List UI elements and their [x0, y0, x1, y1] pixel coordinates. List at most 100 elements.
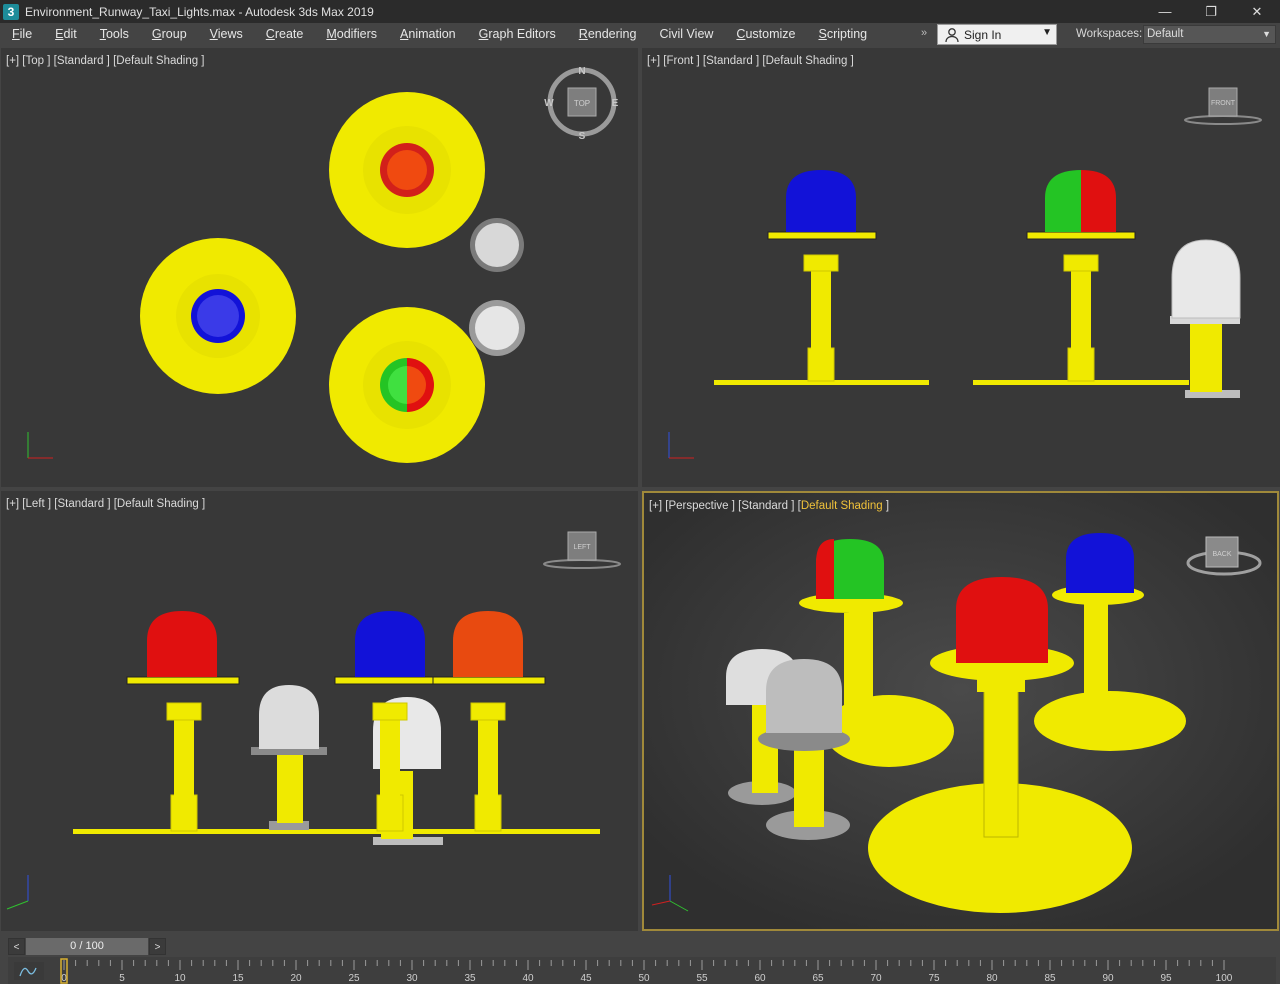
viewport-label-shading[interactable]: Default Shading: [801, 500, 883, 512]
compass-n: N: [578, 66, 585, 77]
track-tick-label: 60: [754, 973, 766, 984]
app-icon[interactable]: 3: [3, 3, 19, 20]
viewport-label-prefix: [+] [Perspective ] [Standard ] [: [649, 500, 801, 512]
viewport-top[interactable]: TOP N S E W [+] [Top ] [Standard ] [Defa…: [1, 48, 638, 487]
chevron-down-icon: ▼: [1262, 29, 1271, 39]
menu-accelerator: E: [55, 27, 64, 41]
viewcube-ring[interactable]: [543, 559, 621, 569]
track-tick-label: 85: [1044, 973, 1056, 984]
track-tick-label: 40: [522, 973, 534, 984]
menu-rendering[interactable]: Rendering: [567, 23, 648, 46]
track-tick-label: 100: [1216, 973, 1233, 984]
viewport-front-scene: FRONT: [668, 87, 1262, 459]
menu-group[interactable]: Group: [140, 23, 198, 46]
red-green-light: [973, 170, 1189, 385]
track-tick-label: 50: [638, 973, 650, 984]
menu-scripting[interactable]: Scripting: [806, 23, 878, 46]
blue-lens-center: [197, 295, 239, 337]
viewport-label[interactable]: [+] [Perspective ] [Standard ] [Default …: [649, 500, 889, 512]
title-bar: 3 Environment_Runway_Taxi_Lights.max - A…: [0, 0, 1280, 23]
axis-gizmo: [27, 432, 53, 459]
time-prev-button[interactable]: <: [8, 938, 25, 955]
menu-edit[interactable]: Edit: [43, 23, 88, 46]
viewcube-face-label: TOP: [574, 99, 590, 108]
menu-accelerator: C: [265, 27, 275, 41]
viewport-perspective-scene: BACK: [644, 493, 1277, 929]
track-tick-label: 95: [1160, 973, 1172, 984]
menu-graph-editors[interactable]: Graph Editors: [467, 23, 567, 46]
menu-accelerator: R: [578, 27, 588, 41]
menu-label-rest: Civil View: [659, 27, 714, 41]
time-slider-thumb[interactable]: 0 / 100: [26, 938, 148, 955]
red-light: [126, 611, 240, 832]
ground-plates: [73, 829, 600, 834]
white-light: [1170, 239, 1241, 398]
compass-w: W: [544, 98, 554, 109]
white-lens: [475, 223, 519, 267]
menu-label-rest: iews: [217, 27, 243, 41]
workspaces-select[interactable]: Default ▼: [1143, 25, 1276, 44]
viewport-label[interactable]: [+] [Top ] [Standard ] [Default Shading …: [6, 55, 205, 67]
white-lens: [475, 306, 519, 350]
time-next-button[interactable]: >: [149, 938, 166, 955]
track-tick-label: 65: [812, 973, 824, 984]
menu-accelerator: S: [818, 27, 827, 41]
viewcube-face-label: LEFT: [573, 544, 591, 551]
menu-label-rest: ustomize: [745, 27, 796, 41]
menu-label-rest: nimation: [408, 27, 456, 41]
track-tick-label: 55: [696, 973, 708, 984]
menu-accelerator: V: [209, 27, 218, 41]
viewcube-face-label: FRONT: [1211, 100, 1236, 107]
viewport-left[interactable]: LEFT [+] [Left ] [Standard ] [Default Sh…: [1, 491, 638, 931]
menu-views[interactable]: Views: [198, 23, 254, 46]
blue-light: [714, 170, 929, 385]
menu-label-rest: ools: [105, 27, 129, 41]
close-button[interactable]: ✕: [1234, 0, 1280, 23]
menu-label-rest: ile: [19, 27, 33, 41]
track-tick-label: 80: [986, 973, 998, 984]
track-tick-label: 75: [928, 973, 940, 984]
sign-in-label: Sign In: [964, 27, 1002, 42]
track-bar-ruler: 0 5 10 15 20 25 30 35 40 45 50 55 60 65 70 75 80 85 90 95 10…: [60, 958, 1233, 984]
menu-label-rest: roup: [161, 27, 187, 41]
menu-label-rest: raph Editors: [488, 27, 556, 41]
red-ribbed-light: [432, 611, 546, 832]
menu-animation[interactable]: Animation: [388, 23, 467, 46]
track-tick-label: 90: [1102, 973, 1114, 984]
viewport-perspective[interactable]: BACK [+] [Perspective ] [Standard ] [Def…: [642, 491, 1279, 931]
viewport-label[interactable]: [+] [Left ] [Standard ] [Default Shading…: [6, 498, 205, 510]
menu-customize[interactable]: Customize: [724, 23, 806, 46]
menu-civil-view[interactable]: Civil View: [647, 23, 724, 46]
viewport-front[interactable]: FRONT [+] [Front ] [Standard ] [Default …: [642, 48, 1280, 487]
sign-in-dropdown[interactable]: Sign In ▼: [937, 24, 1057, 45]
viewport-top-scene: TOP N S E W: [27, 66, 619, 463]
window-controls: — ❐ ✕: [1142, 0, 1280, 23]
menu-overflow-icon[interactable]: »: [921, 27, 927, 39]
track-tick-label: 5: [119, 973, 125, 984]
menu-accelerator: G: [478, 27, 489, 41]
time-slider[interactable]: < 0 / 100 >: [8, 938, 166, 955]
compass-e: E: [612, 98, 619, 109]
menu-create[interactable]: Create: [254, 23, 315, 46]
user-icon: [945, 27, 959, 42]
menu-file[interactable]: File: [0, 23, 43, 46]
white-light: [251, 685, 327, 830]
menu-accelerator: M: [326, 27, 337, 41]
track-tick-label: 35: [464, 973, 476, 984]
track-tick-label: 20: [290, 973, 302, 984]
menu-tools[interactable]: Tools: [88, 23, 140, 46]
viewport-left-scene: LEFT: [6, 531, 621, 910]
menu-label-rest: dit: [63, 27, 77, 41]
track-bar[interactable]: 0 5 10 15 20 25 30 35 40 45 50 55 60 65 70 75 80 85 90 95 10…: [8, 957, 1276, 984]
restore-button[interactable]: ❐: [1188, 0, 1234, 23]
viewport-label[interactable]: [+] [Front ] [Standard ] [Default Shadin…: [647, 55, 854, 67]
curve-editor-icon[interactable]: [14, 962, 44, 980]
red-lens-center: [387, 150, 427, 190]
viewcube-ring[interactable]: [1184, 115, 1262, 125]
track-tick-label: 15: [232, 973, 244, 984]
menu-modifiers[interactable]: Modifiers: [314, 23, 388, 46]
window-title: Environment_Runway_Taxi_Lights.max - Aut…: [25, 4, 374, 19]
minimize-button[interactable]: —: [1142, 0, 1188, 23]
workspaces-label: Workspaces:: [1076, 28, 1143, 40]
track-tick-label: 10: [174, 973, 186, 984]
